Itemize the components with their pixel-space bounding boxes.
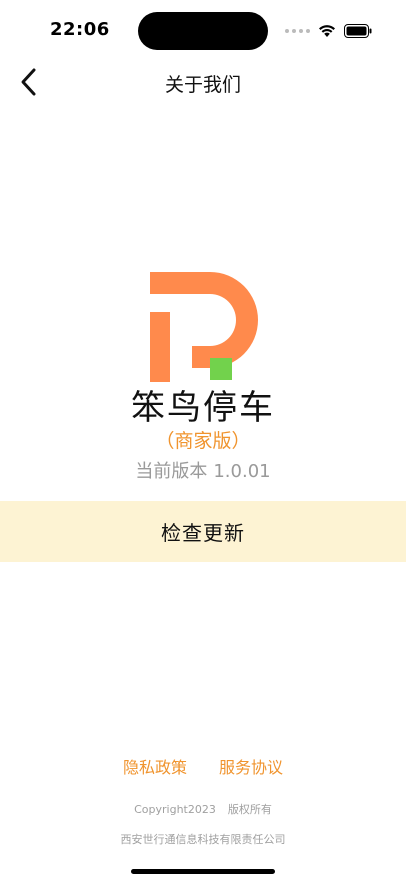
copyright: Copyright2023 版权所有: [0, 801, 406, 817]
brand-subtitle: （商家版）: [155, 430, 251, 452]
app-logo-icon: [150, 272, 258, 382]
service-agreement-link[interactable]: 服务协议: [219, 754, 283, 778]
policy-links: 隐私政策 服务协议: [0, 754, 406, 778]
status-icons: [285, 22, 372, 40]
brand-name: 笨鸟停车: [131, 388, 275, 428]
version-info: 当前版本 1.0.01: [0, 457, 406, 483]
check-update-label: 检查更新: [161, 521, 245, 545]
cellular-signal-icon: [285, 29, 310, 33]
copyright-text: Copyright2023: [134, 803, 216, 816]
wifi-icon: [319, 25, 335, 37]
version-number: 1.0.01: [213, 461, 271, 482]
dynamic-island: [138, 12, 268, 50]
battery-icon: [344, 24, 372, 38]
navigation-bar: 关于我们: [0, 58, 406, 106]
home-indicator: [131, 869, 275, 874]
check-update-button[interactable]: 检查更新: [0, 501, 406, 562]
privacy-policy-link[interactable]: 隐私政策: [123, 754, 187, 778]
company-name: 西安世行通信息科技有限责任公司: [120, 833, 286, 846]
status-bar: 22:06: [0, 0, 406, 60]
status-time: 22:06: [50, 19, 110, 40]
rights-text: 版权所有: [227, 803, 272, 816]
version-label: 当前版本: [135, 461, 208, 482]
page-title: 关于我们: [164, 74, 241, 96]
